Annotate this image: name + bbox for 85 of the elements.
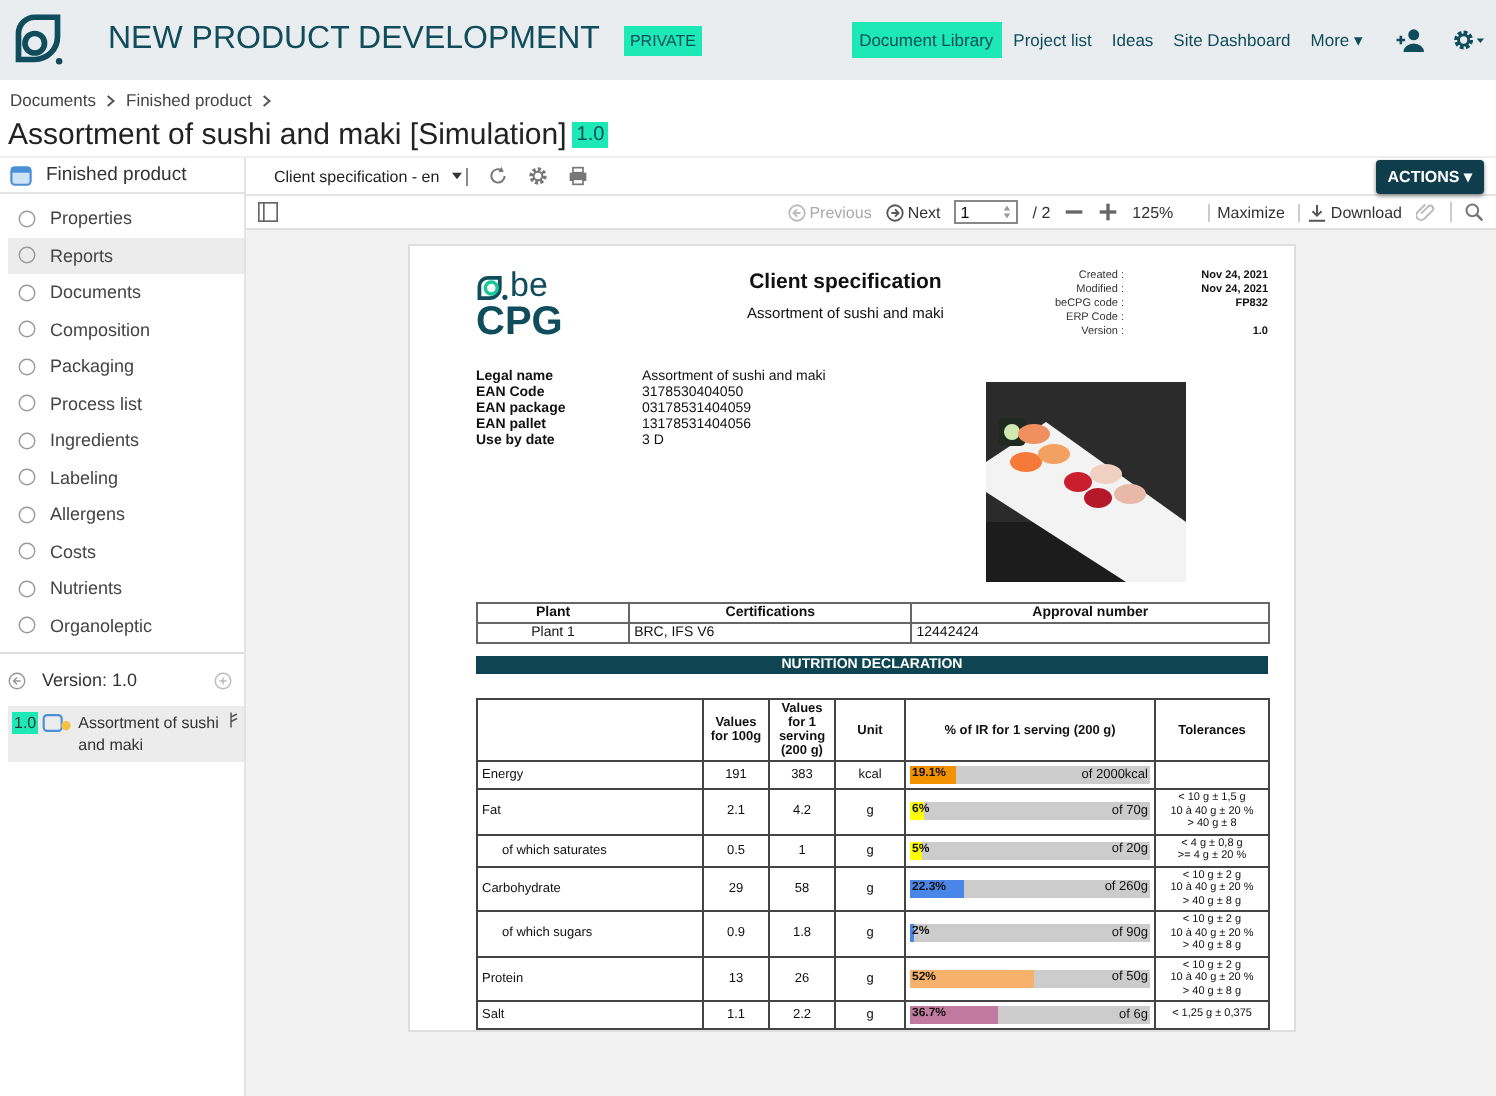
document-title: Client specification — [747, 270, 944, 294]
sidebar-item[interactable]: Composition — [8, 311, 244, 348]
product-icon — [42, 714, 73, 732]
sidebar-item[interactable]: Costs — [8, 533, 244, 570]
sidebar-item[interactable]: Process list — [8, 385, 244, 422]
circle-icon — [18, 246, 36, 265]
sidebar-item[interactable]: Packaging — [8, 348, 244, 385]
sidebar-header-label: Finished product — [46, 164, 187, 186]
page-number-field[interactable]: 1 — [954, 200, 1019, 224]
logo-icon — [476, 274, 510, 302]
sidebar-item[interactable]: Reports — [8, 237, 244, 274]
settings-icon[interactable] — [1452, 28, 1484, 52]
zoom-select[interactable]: 125% — [1132, 203, 1174, 221]
print-icon[interactable] — [567, 166, 588, 186]
sidebar-item-label: Organoleptic — [50, 615, 153, 636]
page-title: Assortment of sushi and maki [Simulation] — [8, 117, 567, 151]
circle-icon — [18, 468, 36, 487]
sidebar-item-label: Allergens — [50, 504, 126, 525]
logo-icon — [12, 14, 64, 66]
sidebar-toggle-icon[interactable] — [258, 202, 278, 222]
circle-icon — [18, 431, 36, 450]
product-icon — [10, 165, 32, 185]
caret-icon — [451, 172, 462, 180]
circle-icon — [18, 579, 36, 598]
settings-icon[interactable] — [527, 166, 548, 186]
next-button[interactable]: Next — [885, 203, 941, 221]
version-item-label: Assortment of sushi and maki — [78, 712, 221, 756]
sidebar-item-label: Composition — [50, 319, 151, 340]
report-select[interactable]: Client specification - en — [274, 167, 468, 185]
zoom-in-icon[interactable] — [1098, 202, 1119, 222]
breadcrumb-link[interactable]: Documents — [10, 90, 96, 110]
circle-icon — [18, 283, 36, 302]
page-count: / 2 — [1032, 203, 1051, 221]
sidebar-item-label: Documents — [50, 282, 142, 303]
circle-icon — [18, 357, 36, 376]
sidebar-item[interactable]: Allergens — [8, 496, 244, 533]
download-icon — [1308, 203, 1327, 221]
circle-icon — [18, 320, 36, 339]
sidebar-item-label: Reports — [50, 245, 114, 266]
sidebar-item-label: Labeling — [50, 467, 119, 488]
arrow-left-icon — [787, 203, 806, 221]
sidebar-item-label: Process list — [50, 393, 143, 414]
sidebar-item[interactable]: Nutrients — [8, 570, 244, 607]
arrow-right-icon — [885, 203, 904, 221]
search-icon[interactable] — [1450, 202, 1484, 222]
sidebar-header[interactable]: Finished product — [0, 158, 244, 194]
sidebar-item[interactable]: Properties — [8, 200, 244, 237]
nav-link[interactable]: Document Library — [851, 22, 1002, 58]
sidebar-item-label: Costs — [50, 541, 97, 562]
refresh-icon[interactable] — [487, 166, 508, 186]
chevron-icon — [106, 93, 116, 107]
sidebar-item-label: Nutrients — [50, 578, 123, 599]
chevron-icon — [261, 93, 272, 107]
sidebar-item[interactable]: Labeling — [8, 459, 244, 496]
version-badge: 1.0 — [12, 712, 39, 734]
arrow-left-icon[interactable] — [8, 671, 26, 689]
circle-icon — [18, 505, 36, 524]
circle-icon — [18, 209, 36, 228]
circle-icon — [18, 542, 36, 561]
sidebar-item-label: Packaging — [50, 356, 135, 377]
sidebar-item[interactable]: Documents — [8, 274, 244, 311]
maximize-button[interactable]: Maximize — [1207, 203, 1285, 221]
spinner-icon — [1002, 204, 1013, 220]
nav-link[interactable]: Project list — [1005, 22, 1100, 58]
site-title: NEW PRODUCT DEVELOPMENT — [108, 22, 600, 58]
download-button[interactable]: Download — [1298, 203, 1402, 221]
sidebar-item[interactable]: Organoleptic — [8, 607, 244, 644]
circle-icon — [18, 394, 36, 413]
actions-button[interactable]: ACTIONS ▾ — [1375, 159, 1484, 193]
sidebar-item-label: Ingredients — [50, 430, 140, 451]
logo-text: be — [510, 270, 548, 302]
nav-link[interactable]: More ▾ — [1302, 22, 1372, 58]
breadcrumb-link[interactable]: Finished product — [126, 90, 252, 110]
version-badge: 1.0 — [572, 121, 609, 147]
add-user-icon[interactable] — [1396, 28, 1428, 52]
nav-link[interactable]: Ideas — [1103, 22, 1162, 58]
version-label: Version: 1.0 — [42, 670, 140, 690]
sidebar-item[interactable]: Ingredients — [8, 422, 244, 459]
circle-icon — [18, 616, 36, 635]
version-item[interactable]: 1.0 Assortment of sushi and maki — [8, 706, 244, 762]
nav-link[interactable]: Site Dashboard — [1165, 22, 1299, 58]
logo-text: CPG — [476, 302, 565, 342]
sidebar-item-label: Properties — [50, 208, 133, 229]
branch-icon — [228, 712, 240, 728]
private-badge: PRIVATE — [623, 25, 702, 55]
